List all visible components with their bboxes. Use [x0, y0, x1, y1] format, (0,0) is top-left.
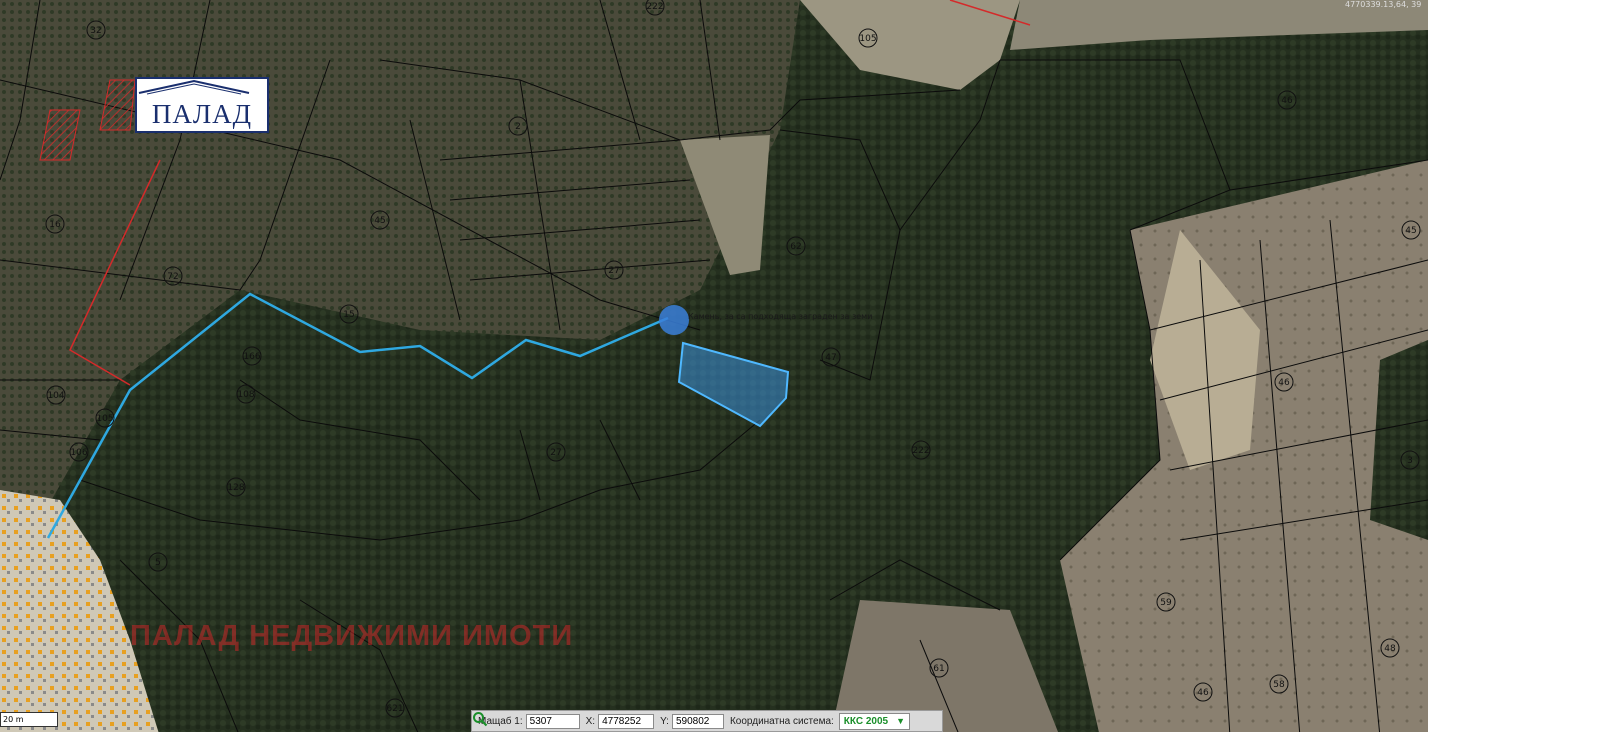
scale-bar: 20 m: [0, 712, 58, 727]
chevron-down-icon: ▼: [896, 716, 906, 726]
scale-input[interactable]: 5307: [525, 713, 580, 729]
parcel-number: 104: [47, 391, 64, 401]
search-button[interactable]: [473, 712, 942, 730]
parcel-number: 46: [1278, 378, 1290, 388]
parcel-number: 45: [1405, 226, 1416, 236]
crs-value: ККС 2005: [843, 715, 889, 727]
parcel-number: 45: [374, 216, 385, 226]
search-icon: [473, 712, 488, 727]
coordinate-readout: 4770339.13,64, 39: [1345, 0, 1422, 9]
parcel-number: 222: [912, 446, 929, 456]
parcel-number: 47: [825, 353, 836, 363]
parcel-number: 59: [1160, 598, 1172, 608]
roof-icon: [138, 79, 250, 95]
parcel-number: 16: [49, 220, 61, 230]
parcel-number: 621: [386, 704, 403, 714]
y-coordinate-input[interactable]: 590802: [671, 713, 724, 729]
parcel-number: 72: [167, 272, 178, 282]
x-coordinate-input[interactable]: 4778252: [598, 713, 655, 729]
parcel-number: 166: [243, 352, 260, 362]
crs-label: Координатна система:: [729, 715, 834, 727]
y-label: Y:: [660, 715, 669, 727]
parcel-number: 222: [646, 2, 663, 12]
logo-text: ПАЛАД: [151, 99, 253, 129]
parcel-number: 2: [515, 122, 521, 132]
parcel-number: 58: [1273, 680, 1285, 690]
parcel-number: 46: [1197, 688, 1209, 698]
parcel-number: 61: [933, 664, 944, 674]
parcel-number: 105: [859, 34, 876, 44]
parcel-number: 3: [1407, 456, 1413, 466]
coordinate-toolbar: Мащаб 1: 5307 X: 4778252 Y: 590802 Коорд…: [471, 710, 943, 732]
x-label: X:: [585, 715, 596, 727]
parcel-number: 5: [155, 558, 161, 568]
parcel-number: 15: [343, 310, 354, 320]
parcel-number: 106: [70, 448, 87, 458]
parcel-number: 48: [1384, 644, 1396, 654]
bottom-strip: [0, 732, 1428, 737]
parcel-number: 105: [96, 414, 113, 424]
parcel-number: 108: [237, 390, 254, 400]
palad-logo: ПАЛАД: [135, 77, 269, 133]
parcel-number: 62: [790, 242, 801, 252]
watermark: ПАЛАД НЕДВИЖИМИ ИМОТИ: [130, 620, 574, 652]
parcel-number: 46: [1281, 96, 1293, 106]
marker-label: Камень, за са подходяща заграден за земи: [688, 312, 873, 321]
parcel-number: 32: [90, 26, 101, 36]
satellite-map[interactable]: 32 222 2 16 72 15 45 27 62 166 104 108 1…: [0, 0, 1428, 737]
crs-select[interactable]: ККС 2005 ▼: [838, 712, 911, 730]
parcel-number: 27: [550, 448, 561, 458]
parcel-number: 128: [227, 483, 244, 493]
parcel-number: 27: [608, 266, 619, 276]
location-marker[interactable]: [659, 305, 689, 335]
